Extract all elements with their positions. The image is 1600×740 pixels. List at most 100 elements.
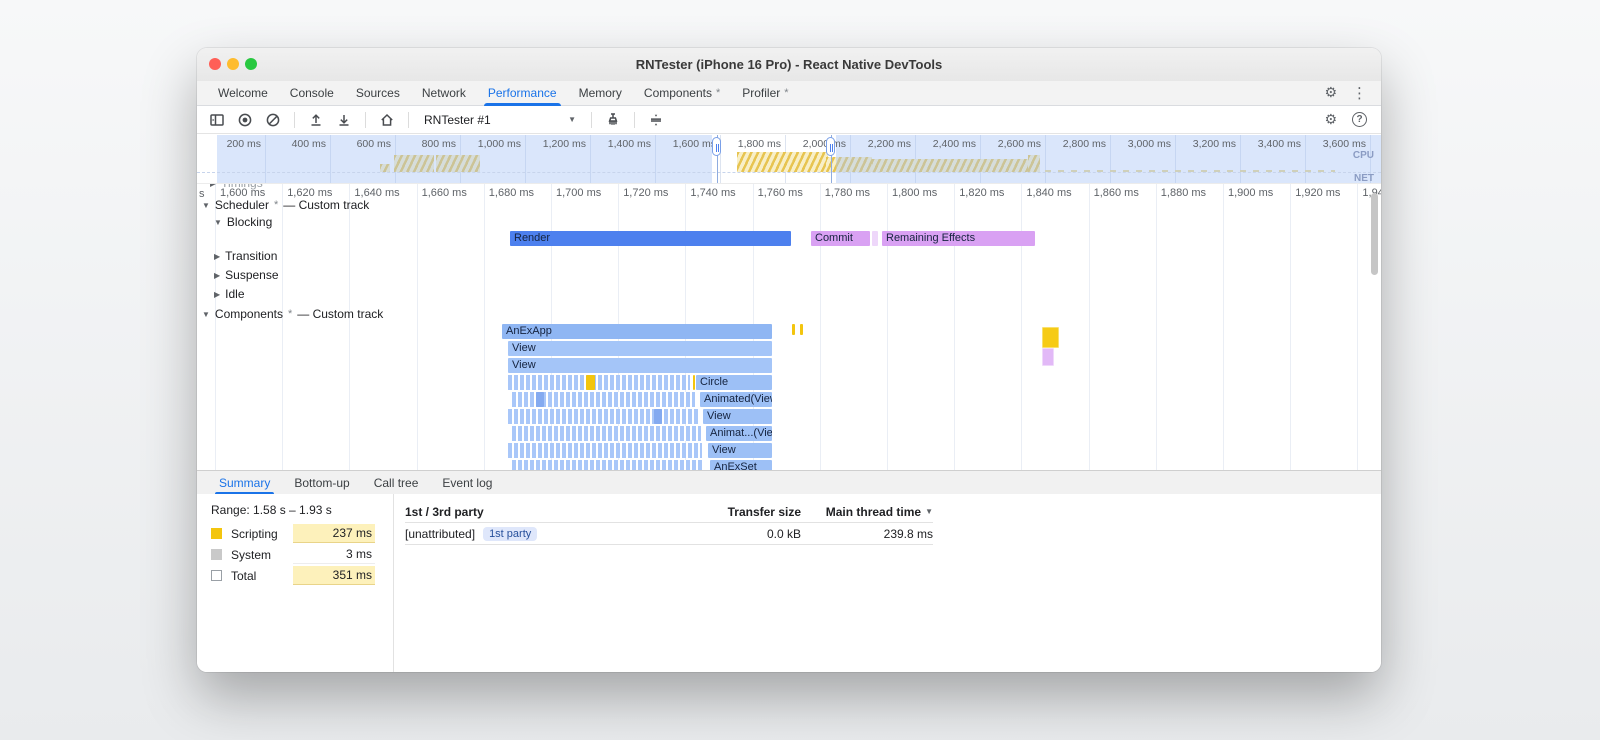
save-profile-icon[interactable] [332, 108, 356, 132]
minimap-tick-label: 2,600 ms [997, 138, 1041, 150]
minimap-tick-label: 800 ms [421, 138, 456, 150]
lane-header-suspense[interactable]: ▶ Suspense [214, 268, 279, 282]
flame-event-marker[interactable] [586, 375, 595, 390]
handle-grip[interactable] [712, 137, 721, 156]
flame-event-remaining-effects[interactable]: Remaining Effects [882, 231, 1035, 246]
minimap-tick-label: 2,400 ms [932, 138, 976, 150]
devtools-tabbar: Welcome Console Sources Network Performance M… [197, 81, 1381, 106]
track-name: Suspense [225, 268, 279, 282]
toggle-panel-icon[interactable] [205, 108, 229, 132]
flame-event-render[interactable]: Render [510, 231, 791, 246]
details-tab-summary[interactable]: Summary [207, 471, 282, 494]
tab-sources[interactable]: Sources [345, 81, 411, 105]
tab-label: Welcome [218, 86, 268, 100]
network-track-divider [197, 172, 1381, 173]
clear-icon[interactable] [261, 108, 285, 132]
tab-network[interactable]: Network [411, 81, 477, 105]
flame-event-marker[interactable] [792, 324, 795, 335]
record-icon[interactable] [233, 108, 257, 132]
tab-console[interactable]: Console [279, 81, 345, 105]
legend-value: 237 ms [293, 524, 375, 543]
selection-handle-left[interactable] [712, 135, 722, 183]
tab-label: Components [643, 86, 712, 100]
custom-track-badge-icon: * [273, 199, 279, 211]
more-menu-icon[interactable]: ⋮ [1352, 85, 1367, 101]
header-label: Main thread time [825, 504, 922, 519]
flame-event-circle[interactable]: Circle [696, 375, 772, 390]
tab-memory[interactable]: Memory [568, 81, 633, 105]
load-profile-icon[interactable] [304, 108, 328, 132]
timeline-overview-minimap[interactable]: CPU NET 200 ms 400 ms 600 ms 800 ms 1,000 ms… [197, 135, 1381, 183]
details-tab-event-log[interactable]: Event log [430, 471, 504, 494]
flame-chart-area[interactable]: ▶ Timings s 1,600 ms 1,620 ms 1,640 ms 1,66… [197, 183, 1381, 471]
timeline-gridline [1357, 184, 1359, 471]
flame-event-marker[interactable] [536, 392, 544, 407]
device-select-dropdown[interactable]: RNTester #1 ▼ [418, 109, 582, 131]
garbage-collect-icon[interactable] [601, 108, 625, 132]
flame-event-marker[interactable] [693, 375, 695, 390]
component-activity-bars[interactable] [508, 443, 702, 458]
flame-event-marker[interactable] [800, 324, 803, 335]
flame-side-event[interactable] [1042, 327, 1059, 348]
chevron-collapsed-icon: ▶ [214, 289, 221, 299]
tab-label: Sources [355, 86, 400, 100]
legend-row-system: System 3 ms [211, 544, 375, 565]
minimap-tick-label: 400 ms [291, 138, 326, 150]
timeline-gridline [282, 184, 284, 471]
lane-header-idle[interactable]: ▶ Idle [214, 287, 245, 301]
legend-value: 351 ms [293, 566, 375, 585]
minimap-tick-label: 1,000 ms [477, 138, 521, 150]
timeline-tick-label: 1,920 ms [1295, 187, 1341, 199]
flame-event-animat-view[interactable]: Animat...(View) [706, 426, 772, 441]
flame-event-commit[interactable]: Commit [811, 231, 870, 246]
window-title: RNTester (iPhone 16 Pro) - React Native … [635, 57, 943, 72]
selection-handle-right[interactable] [826, 135, 836, 183]
party-table-row[interactable]: [unattributed] 1st party 0.0 kB 239.8 ms [405, 523, 933, 545]
tab-label: Performance [487, 86, 557, 100]
vertical-scrollbar[interactable] [1371, 193, 1378, 275]
track-header-components[interactable]: ▼ Components * — Custom track [202, 307, 383, 321]
flame-side-event[interactable] [1042, 348, 1054, 366]
timeline-tick-label: 1,780 ms [824, 187, 871, 199]
tab-components[interactable]: Components * [633, 81, 731, 105]
minimap-tick-label: 1,600 ms [672, 138, 716, 150]
first-party-chip: 1st party [483, 526, 538, 541]
party-table: 1st / 3rd party Transfer size Main thread … [405, 501, 933, 545]
tab-performance[interactable]: Performance [477, 81, 568, 106]
flame-event-animated-view[interactable]: Animated(View) [700, 392, 772, 407]
custom-track-badge-icon: * [715, 87, 721, 99]
details-tab-bottom-up[interactable]: Bottom-up [282, 471, 361, 494]
flame-event-view[interactable]: View [708, 443, 772, 458]
lane-header-transition[interactable]: ▶ Transition [214, 249, 277, 263]
timeline-tick-label: 1,700 ms [556, 187, 602, 199]
flame-event-sliver[interactable] [872, 231, 878, 246]
settings-gear-icon[interactable]: ⚙ [1324, 86, 1337, 100]
settings-gear-icon[interactable]: ⚙ [1324, 113, 1337, 127]
flame-event-view[interactable]: View [703, 409, 772, 424]
flame-event-anexapp[interactable]: AnExApp [502, 324, 772, 339]
header-transfer-size[interactable]: Transfer size [689, 505, 801, 519]
grip-bar [715, 144, 717, 152]
flame-event-view[interactable]: View [508, 358, 772, 373]
cell-transfer-size: 0.0 kB [766, 526, 801, 541]
header-main-thread-time[interactable]: Main thread time ▼ [801, 505, 933, 519]
compress-recording-icon[interactable] [644, 108, 668, 132]
header-party: 1st / 3rd party [405, 504, 484, 519]
details-tab-call-tree[interactable]: Call tree [362, 471, 431, 494]
handle-grip[interactable] [826, 137, 835, 156]
component-activity-bars[interactable] [508, 409, 698, 424]
toolbar-separator [408, 111, 409, 128]
home-icon[interactable] [375, 108, 399, 132]
timeline-gridline [954, 184, 956, 471]
flame-event-marker[interactable] [654, 409, 662, 424]
chevron-down-icon: ▼ [568, 115, 576, 124]
legend-value: 3 ms [293, 545, 375, 564]
flame-event-view[interactable]: View [508, 341, 772, 356]
track-header-scheduler[interactable]: ▼ Scheduler * — Custom track [202, 198, 369, 212]
tab-profiler[interactable]: Profiler * [731, 81, 799, 105]
lane-header-blocking[interactable]: ▼ Blocking [214, 215, 272, 229]
component-activity-bars[interactable] [508, 375, 690, 390]
help-icon[interactable]: ? [1352, 112, 1367, 127]
tab-welcome[interactable]: Welcome [207, 81, 279, 105]
component-activity-bars[interactable] [512, 426, 701, 441]
